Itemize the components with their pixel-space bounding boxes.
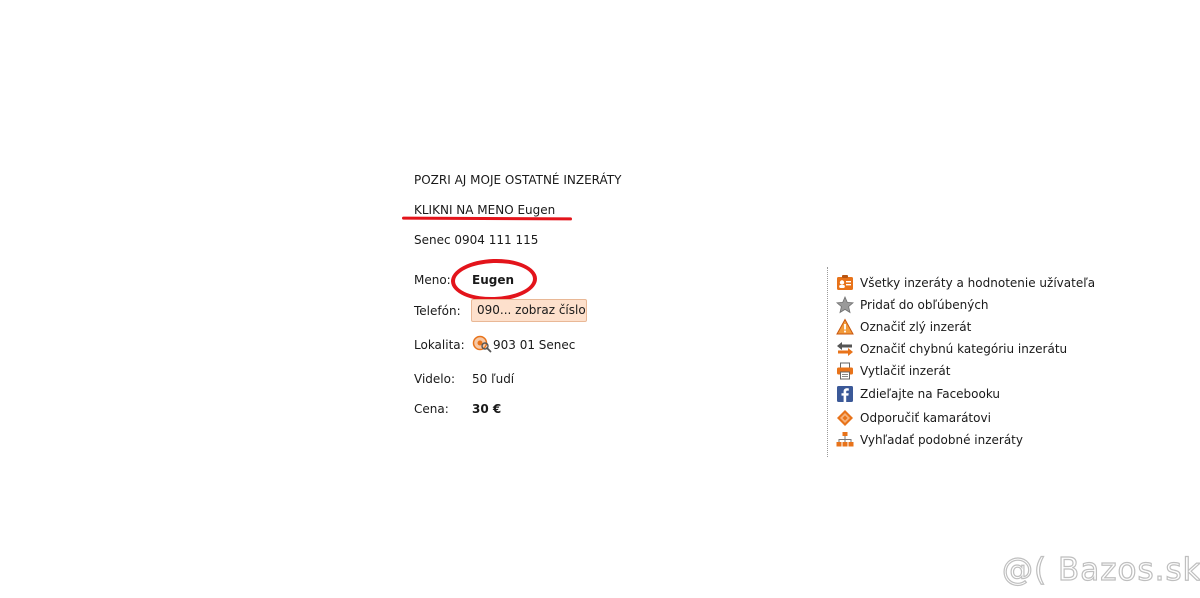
name-label: Meno: [414,273,451,287]
printer-icon [837,362,853,380]
action-label: Označiť chybnú kategóriu inzerátu [860,342,1068,356]
action-search-similar[interactable]: Vyhľadať podobné inzeráty [836,430,1023,450]
action-label: Odporučiť kamarátovi [860,411,991,425]
action-all-user-ads[interactable]: Všetky inzeráty a hodnotenie užívateľa [836,273,1095,293]
location-label: Lokalita: [414,338,465,352]
views-value: 50 ľudí [472,372,515,386]
swap-arrows-icon [837,342,853,356]
action-label: Všetky inzeráty a hodnotenie užívateľa [860,276,1096,290]
bazos-watermark: @( Bazos.sk [1001,551,1200,588]
action-report-wrong-category[interactable]: Označiť chybnú kategóriu inzerátu [836,339,1067,359]
sitemap-icon [836,432,854,447]
views-label: Videlo: [414,372,455,386]
action-share-facebook[interactable]: Zdieľajte na Facebooku [836,384,1000,404]
user-ads-icon [837,275,853,290]
recommend-icon [837,410,853,426]
action-label: Označiť zlý inzerát [860,320,972,334]
description-line-click-name: KLIKNI NA MENO Eugen [414,203,556,217]
action-add-favorite[interactable]: Pridať do obľúbených [836,295,989,315]
description-line-contact: Senec 0904 111 115 [414,233,539,247]
phone-label: Telefón: [414,304,461,318]
action-label: Zdieľajte na Facebooku [860,387,1001,401]
red-annotation-underline [401,216,573,221]
warning-icon [836,318,854,335]
action-report-ad[interactable]: Označiť zlý inzerát [836,317,971,337]
red-annotation-circle [450,257,538,303]
action-label: Vyhľadať podobné inzeráty [860,433,1023,447]
ad-actions-panel: Všetky inzeráty a hodnotenie užívateľa P… [827,267,1118,457]
action-label: Vytlačiť inzerát [860,364,951,378]
facebook-icon [837,386,853,402]
show-phone-button[interactable]: 090... zobraz číslo [471,299,587,322]
map-search-icon[interactable] [472,335,492,353]
star-icon [836,296,854,314]
description-line-other-ads: POZRI AJ MOJE OSTATNÉ INZERÁTY [414,173,622,187]
action-recommend-friend[interactable]: Odporučiť kamarátovi [836,408,991,428]
location-value: 903 01 Senec [493,338,576,352]
price-label: Cena: [414,402,449,416]
price-value: 30 € [472,402,502,416]
action-print-ad[interactable]: Vytlačiť inzerát [836,361,950,381]
action-label: Pridať do obľúbených [860,298,989,312]
